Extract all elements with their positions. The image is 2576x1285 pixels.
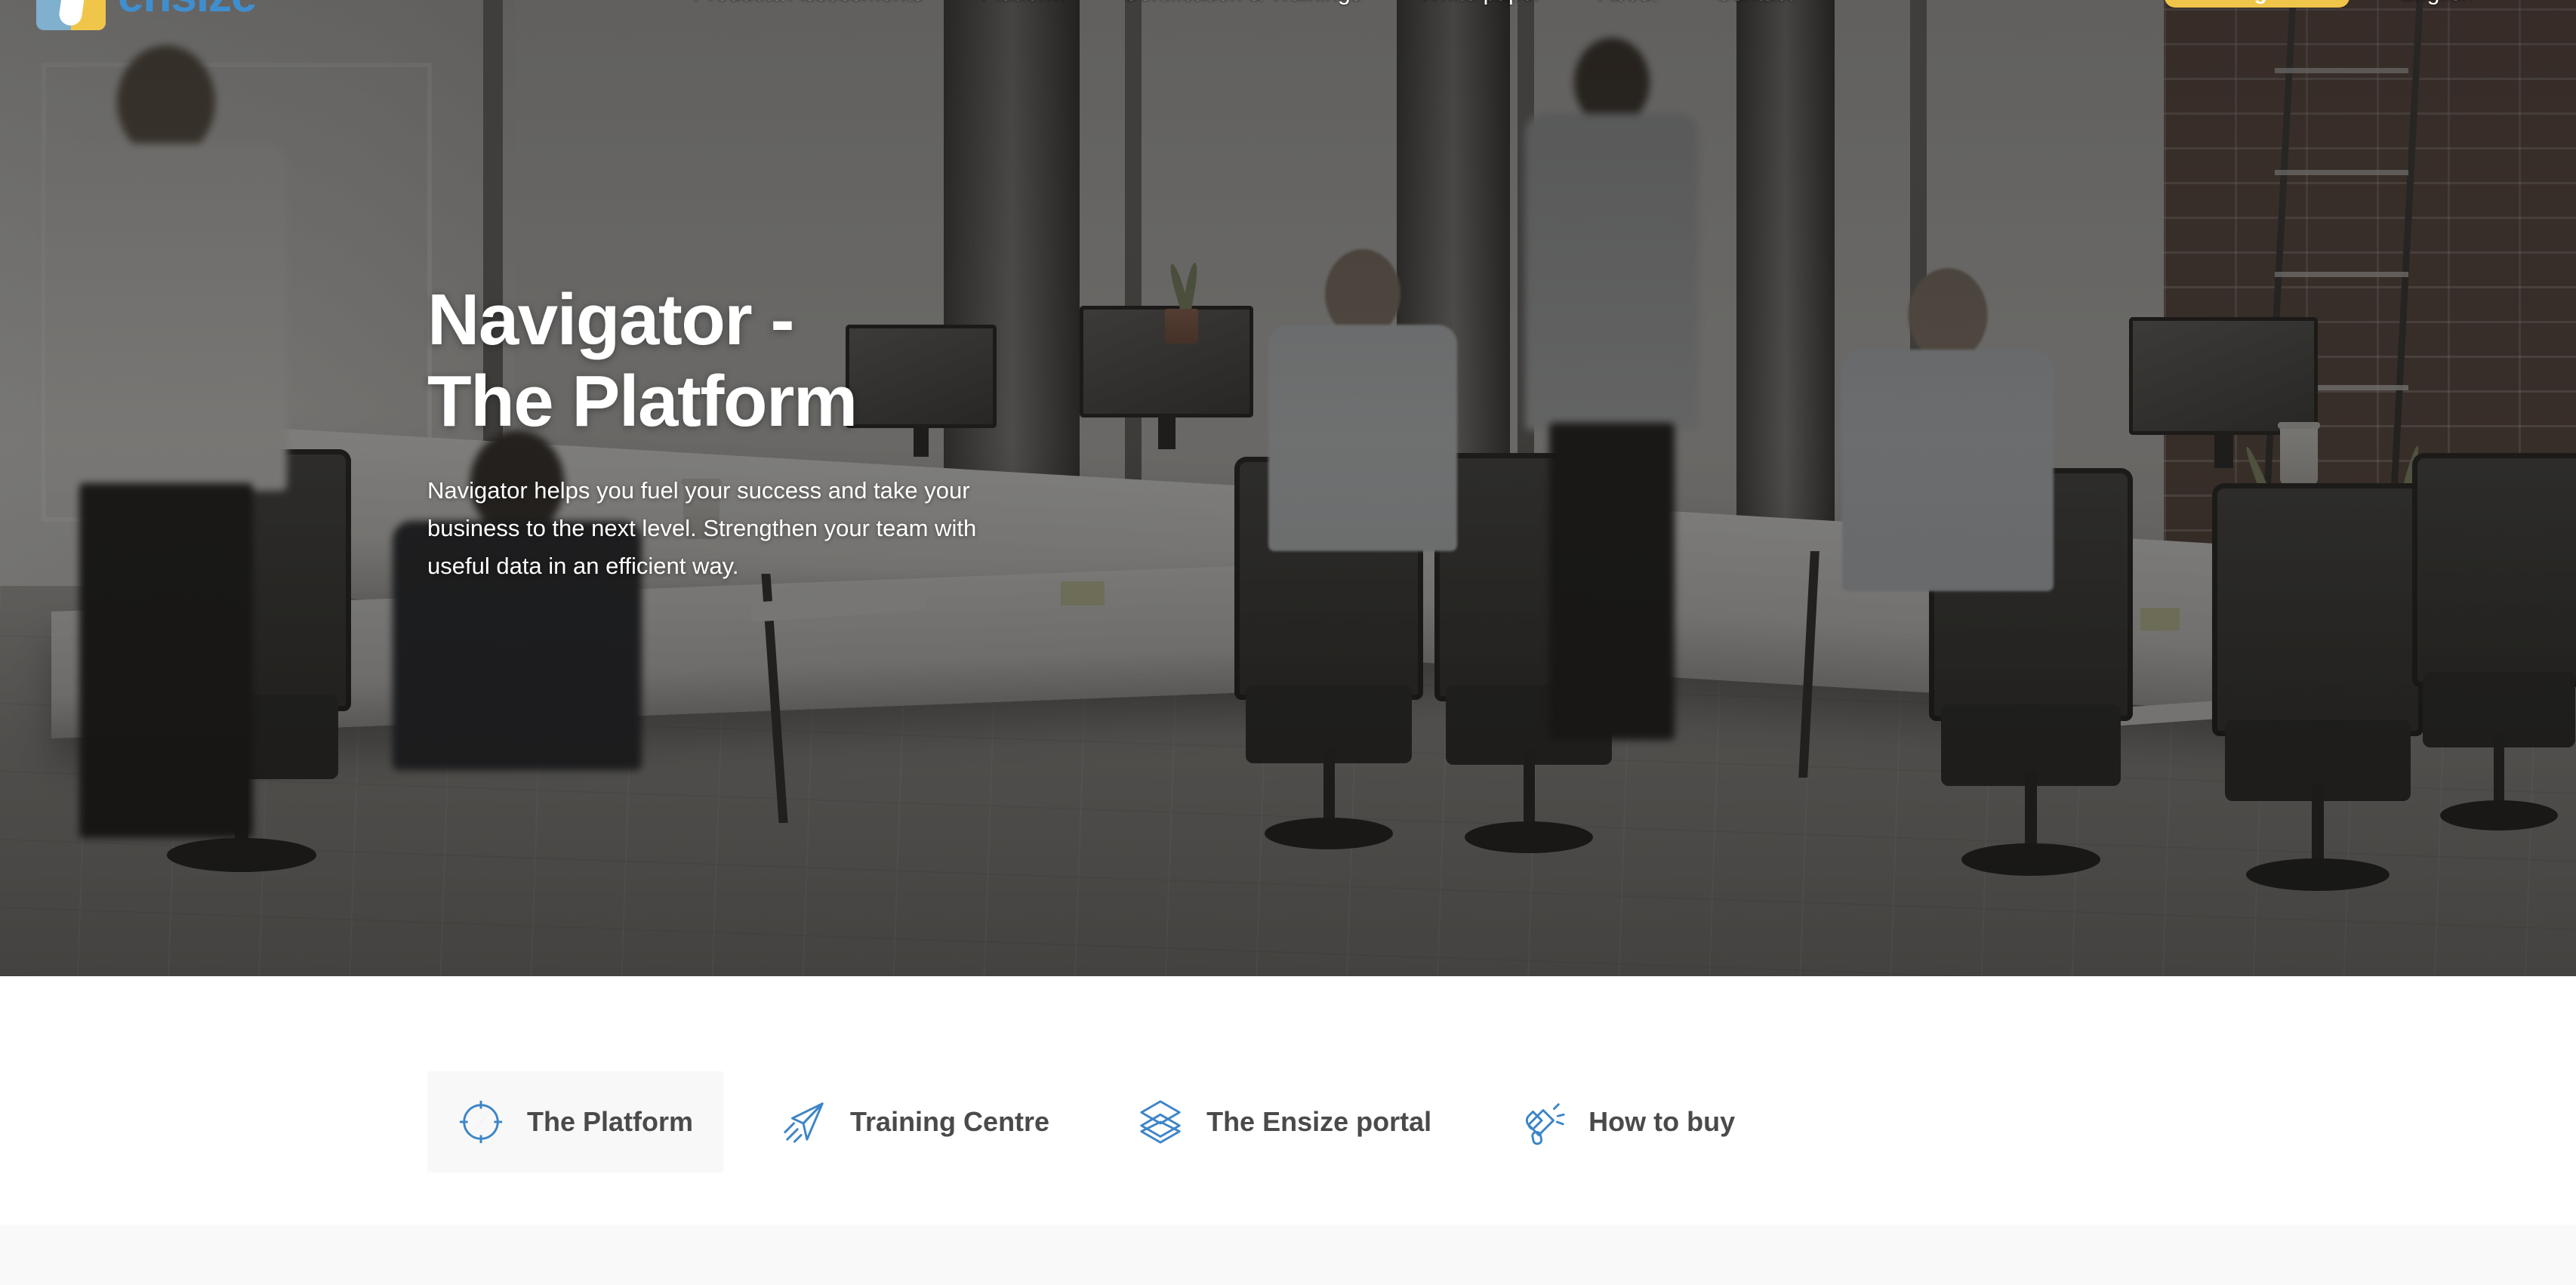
language-selector[interactable]: English (2399, 0, 2473, 6)
tab-label: Training Centre (850, 1106, 1050, 1137)
tab-label: The Ensize portal (1206, 1106, 1432, 1137)
quick-links-tabbar: The Platform Training Centre The Ensize … (427, 1071, 1765, 1173)
tab-how-to-buy[interactable]: How to buy (1489, 1071, 1765, 1173)
layers-icon (1140, 1100, 1181, 1144)
main-menu: Products/Assessments Platform Certificat… (664, 0, 1822, 6)
tab-label: The Platform (527, 1106, 694, 1137)
top-navigation-bar: ensize Products/Assessments Platform Cer… (0, 0, 2576, 30)
tab-ensize-portal[interactable]: The Ensize portal (1107, 1071, 1462, 1173)
hero-subtitle: Navigator helps you fuel your success an… (427, 477, 977, 580)
tab-training-centre[interactable]: Training Centre (750, 1071, 1080, 1173)
footer-divider-band (0, 1225, 2576, 1285)
page-title: Navigator - The Platform (427, 279, 1016, 442)
hero-dark-overlay (0, 0, 2576, 976)
hero-title-line-2: The Platform (427, 360, 858, 442)
hero-title-line-1: Navigator - (427, 279, 794, 360)
site-logo[interactable]: ensize (36, 0, 257, 30)
paper-plane-icon (784, 1102, 824, 1143)
login-button[interactable]: Login (2165, 0, 2350, 8)
nav-item-certification-trainings[interactable]: Certification & Trainings (1094, 0, 1391, 6)
tab-the-platform[interactable]: The Platform (427, 1071, 724, 1173)
nav-item-contact[interactable]: Contact (1687, 0, 1822, 6)
nav-item-products-assessments[interactable]: Products/Assessments (664, 0, 952, 6)
tab-label: How to buy (1588, 1106, 1736, 1137)
logo-wordmark: ensize (118, 0, 257, 23)
nav-item-about[interactable]: About (1570, 0, 1686, 6)
ensize-logo-mark-icon (36, 0, 106, 30)
hero-copy: Navigator - The Platform Navigator helps… (427, 279, 1016, 586)
nav-item-white-paper[interactable]: White paper (1391, 0, 1570, 6)
nav-item-platform[interactable]: Platform (952, 0, 1094, 6)
hero-section: Navigator - The Platform Navigator helps… (0, 0, 2576, 976)
megaphone-icon (1526, 1103, 1565, 1145)
compass-icon (459, 1100, 503, 1144)
